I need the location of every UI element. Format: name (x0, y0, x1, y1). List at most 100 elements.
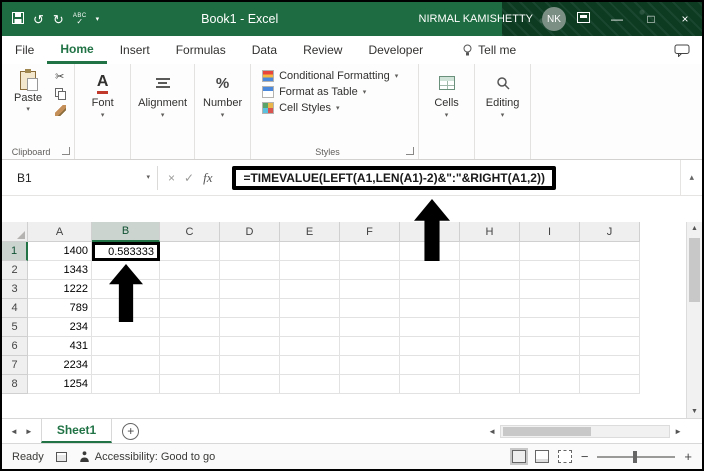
cell-H7[interactable] (460, 356, 520, 375)
cell-F6[interactable] (340, 337, 400, 356)
cell-D7[interactable] (220, 356, 280, 375)
cell-D6[interactable] (220, 337, 280, 356)
vertical-scroll-thumb[interactable] (689, 238, 700, 302)
normal-view-icon[interactable] (509, 448, 528, 465)
cell-C5[interactable] (160, 318, 220, 337)
customize-qat-icon[interactable]: ▾ (96, 15, 100, 23)
scroll-left-icon[interactable]: ◄ (488, 427, 496, 436)
cell-H8[interactable] (460, 375, 520, 394)
cell-F7[interactable] (340, 356, 400, 375)
tab-home[interactable]: Home (47, 36, 107, 64)
cell-D2[interactable] (220, 261, 280, 280)
cell-D5[interactable] (220, 318, 280, 337)
redo-icon[interactable]: ↻ (53, 13, 64, 26)
save-icon[interactable] (12, 12, 24, 26)
conditional-formatting-button[interactable]: Conditional Formatting ▾ (258, 68, 411, 84)
cell-E6[interactable] (280, 337, 340, 356)
cell-E7[interactable] (280, 356, 340, 375)
cell-A1[interactable]: 1400 (28, 242, 92, 261)
cell-H3[interactable] (460, 280, 520, 299)
maximize-button[interactable]: □ (634, 2, 668, 36)
cell-H1[interactable] (460, 242, 520, 261)
cell-H6[interactable] (460, 337, 520, 356)
row-header-6[interactable]: 6 (2, 337, 28, 356)
column-header-H[interactable]: H (460, 222, 520, 242)
zoom-slider[interactable] (597, 450, 676, 463)
cell-C3[interactable] (160, 280, 220, 299)
tab-review[interactable]: Review (290, 36, 355, 64)
cell-G5[interactable] (400, 318, 460, 337)
cell-I1[interactable] (520, 242, 580, 261)
page-break-view-icon[interactable] (557, 450, 572, 463)
column-header-I[interactable]: I (520, 222, 580, 242)
column-header-E[interactable]: E (280, 222, 340, 242)
cell-J4[interactable] (580, 299, 640, 318)
cell-J3[interactable] (580, 280, 640, 299)
cancel-entry-icon[interactable]: × (168, 171, 175, 185)
number-group-button[interactable]: % Number ▾ (195, 64, 252, 159)
cell-E3[interactable] (280, 280, 340, 299)
cell-J5[interactable] (580, 318, 640, 337)
cell-I2[interactable] (520, 261, 580, 280)
column-header-C[interactable]: C (160, 222, 220, 242)
horizontal-scroll-thumb[interactable] (503, 426, 592, 436)
cells-group-button[interactable]: Cells ▾ (419, 64, 476, 159)
tab-insert[interactable]: Insert (107, 36, 163, 64)
cell-J8[interactable] (580, 375, 640, 394)
cell-D4[interactable] (220, 299, 280, 318)
row-header-8[interactable]: 8 (2, 375, 28, 394)
cell-G8[interactable] (400, 375, 460, 394)
editing-group-button[interactable]: Editing ▾ (475, 64, 532, 159)
tab-developer[interactable]: Developer (355, 36, 436, 64)
cell-A6[interactable]: 431 (28, 337, 92, 356)
cell-E1[interactable] (280, 242, 340, 261)
column-header-J[interactable]: J (580, 222, 640, 242)
cell-F1[interactable] (340, 242, 400, 261)
copy-icon[interactable] (55, 88, 67, 100)
scroll-down-icon[interactable]: ▼ (687, 408, 702, 415)
zoom-in-button[interactable]: + (684, 449, 692, 464)
cell-A8[interactable]: 1254 (28, 375, 92, 394)
cell-G6[interactable] (400, 337, 460, 356)
cell-C8[interactable] (160, 375, 220, 394)
tab-data[interactable]: Data (239, 36, 290, 64)
paste-button[interactable]: Paste ▾ (9, 69, 47, 116)
cell-I4[interactable] (520, 299, 580, 318)
minimize-button[interactable]: — (600, 2, 634, 36)
cell-J1[interactable] (580, 242, 640, 261)
cell-F2[interactable] (340, 261, 400, 280)
column-header-F[interactable]: F (340, 222, 400, 242)
font-group-button[interactable]: A Font ▾ (75, 64, 132, 159)
page-layout-view-icon[interactable] (534, 450, 549, 463)
horizontal-scroll-track[interactable] (500, 424, 671, 438)
zoom-slider-handle[interactable] (633, 450, 638, 463)
row-header-1[interactable]: 1 (2, 242, 28, 261)
select-all-corner[interactable] (2, 222, 28, 242)
cell-A7[interactable]: 2234 (28, 356, 92, 375)
row-header-7[interactable]: 7 (2, 356, 28, 375)
cell-G2[interactable] (400, 261, 460, 280)
cell-E4[interactable] (280, 299, 340, 318)
cell-I7[interactable] (520, 356, 580, 375)
cell-D8[interactable] (220, 375, 280, 394)
previous-sheet-icon[interactable]: ◄ (10, 427, 18, 436)
spelling-check-icon[interactable]: ABC ✓ (73, 13, 87, 26)
tab-formulas[interactable]: Formulas (163, 36, 239, 64)
cell-F4[interactable] (340, 299, 400, 318)
cell-E2[interactable] (280, 261, 340, 280)
cell-F8[interactable] (340, 375, 400, 394)
column-header-D[interactable]: D (220, 222, 280, 242)
cell-E8[interactable] (280, 375, 340, 394)
clipboard-dialog-launcher[interactable] (62, 147, 71, 155)
row-header-2[interactable]: 2 (2, 261, 28, 280)
cell-G4[interactable] (400, 299, 460, 318)
cell-A4[interactable]: 789 (28, 299, 92, 318)
undo-icon[interactable]: ↺ (33, 13, 44, 26)
row-header-4[interactable]: 4 (2, 299, 28, 318)
cell-J2[interactable] (580, 261, 640, 280)
cell-J6[interactable] (580, 337, 640, 356)
alignment-group-button[interactable]: Alignment ▾ (131, 64, 196, 159)
insert-function-icon[interactable]: fx (203, 170, 212, 186)
zoom-out-button[interactable]: − (581, 449, 589, 464)
formula-input[interactable]: =TIMEVALUE(LEFT(A1,LEN(A1)-2)&":"&RIGHT(… (222, 165, 680, 190)
